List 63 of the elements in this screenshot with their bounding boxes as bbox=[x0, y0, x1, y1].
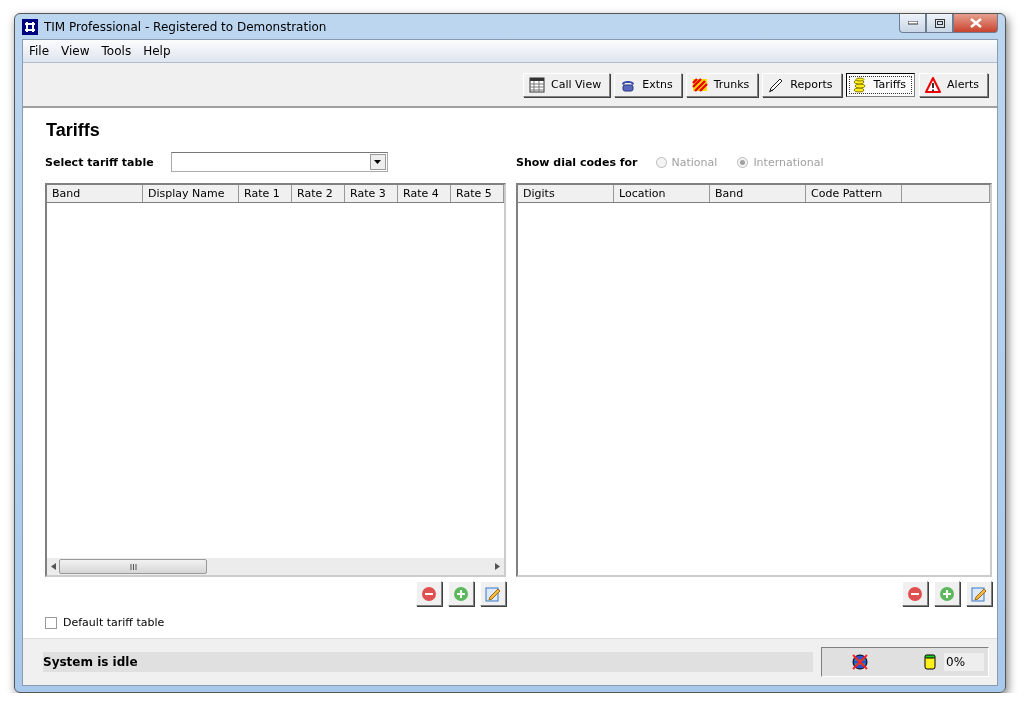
window-title: TIM Professional - Registered to Demonstration bbox=[44, 19, 327, 34]
close-button[interactable] bbox=[953, 14, 998, 33]
menu-item[interactable]: View bbox=[55, 44, 96, 58]
edit-button[interactable] bbox=[966, 581, 992, 606]
edit-button[interactable] bbox=[480, 581, 506, 606]
striped-icon bbox=[691, 76, 708, 93]
default-checkbox[interactable]: Default tariff table bbox=[45, 616, 506, 629]
status-message: System is idle bbox=[43, 652, 813, 672]
checkbox[interactable] bbox=[45, 616, 57, 629]
toolbar-button[interactable]: Reports bbox=[762, 72, 842, 97]
column-header[interactable]: Digits bbox=[518, 185, 614, 202]
column-header[interactable]: Rate 2 bbox=[292, 185, 345, 202]
pen-icon bbox=[768, 76, 785, 93]
toolbar-button[interactable]: Extns bbox=[614, 72, 682, 97]
column-header[interactable]: Rate 1 bbox=[239, 185, 292, 202]
remove-icon bbox=[907, 585, 923, 602]
minimize-icon bbox=[907, 21, 918, 25]
column-header[interactable]: Display Name bbox=[143, 185, 239, 202]
maximize-icon bbox=[934, 18, 945, 28]
tariff-dropdown[interactable] bbox=[170, 152, 388, 172]
minimize-button[interactable] bbox=[899, 14, 926, 33]
toolbar-button[interactable]: Trunks bbox=[685, 72, 759, 97]
checkbox-label: Default tariff table bbox=[63, 616, 165, 629]
add-button[interactable] bbox=[934, 581, 960, 606]
add-icon bbox=[939, 585, 955, 602]
column-header[interactable]: Rate 5 bbox=[451, 185, 504, 202]
disconnected-globe-icon bbox=[852, 654, 868, 670]
column-header[interactable]: Band bbox=[47, 185, 143, 202]
column-header[interactable]: Rate 3 bbox=[345, 185, 398, 202]
add-button[interactable] bbox=[448, 581, 474, 606]
maximize-button[interactable] bbox=[926, 14, 953, 33]
toolbar-button[interactable]: Alerts bbox=[919, 72, 988, 97]
hash-logo-icon bbox=[22, 18, 38, 35]
scrollbar-thumb[interactable] bbox=[59, 559, 207, 574]
column-header[interactable]: Location bbox=[614, 185, 710, 202]
right-arrow-icon bbox=[495, 563, 500, 570]
toolbar-button[interactable]: Tariffs bbox=[845, 72, 916, 97]
page-title: Tariffs bbox=[46, 120, 101, 141]
column-header[interactable]: Rate 4 bbox=[398, 185, 451, 202]
menu-item[interactable]: Tools bbox=[95, 44, 138, 58]
dial-codes-label: Show dial codes for bbox=[516, 155, 638, 169]
menu-item[interactable]: Help bbox=[137, 44, 177, 58]
left-arrow-icon bbox=[51, 563, 56, 570]
warning-icon bbox=[925, 76, 942, 93]
add-icon bbox=[453, 585, 469, 602]
coins-icon bbox=[851, 76, 868, 93]
usage-percent: 0% bbox=[944, 653, 984, 671]
remove-button[interactable] bbox=[416, 581, 442, 606]
column-header[interactable]: Code Pattern bbox=[806, 185, 902, 202]
edit-icon bbox=[485, 585, 501, 602]
horizontal-scrollbar[interactable] bbox=[47, 558, 504, 575]
cylinder-icon bbox=[924, 654, 936, 670]
remove-button[interactable] bbox=[902, 581, 928, 606]
table-icon bbox=[529, 76, 546, 93]
toolbar-button[interactable]: Call View bbox=[523, 72, 611, 97]
caret-icon bbox=[374, 160, 382, 164]
grip-icon bbox=[129, 563, 137, 570]
edit-icon bbox=[971, 585, 987, 602]
menu-item[interactable]: File bbox=[23, 44, 56, 58]
select-label: Select tariff table bbox=[45, 155, 154, 169]
remove-icon bbox=[421, 585, 437, 602]
column-header[interactable]: Band bbox=[710, 185, 806, 202]
close-icon bbox=[969, 18, 982, 28]
